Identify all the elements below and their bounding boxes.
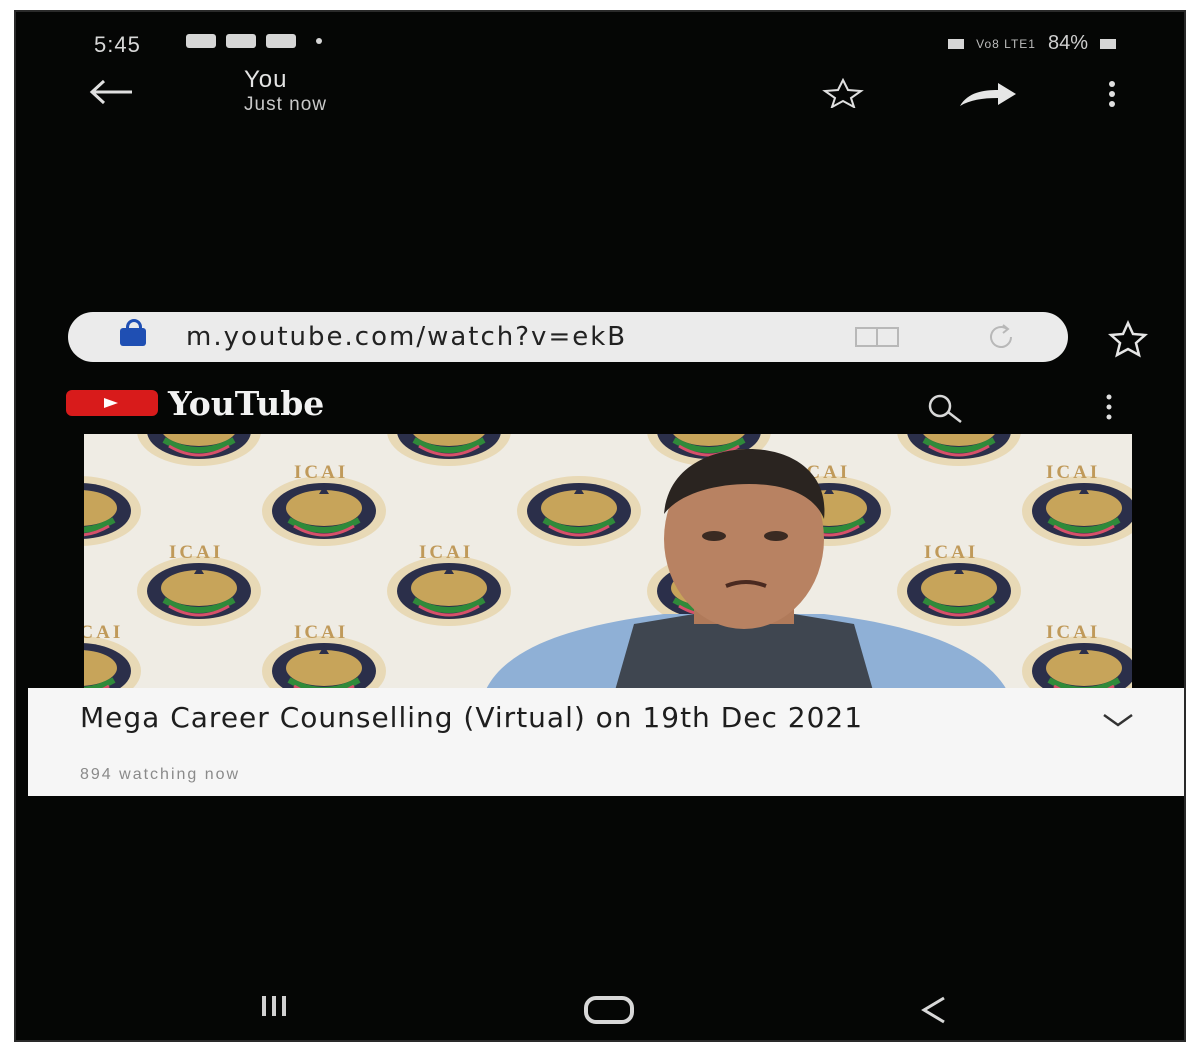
icai-emblem bbox=[262, 476, 386, 546]
lock-icon bbox=[120, 319, 146, 346]
search-icon[interactable] bbox=[924, 392, 964, 428]
image-notification-icon bbox=[186, 34, 216, 48]
star-icon[interactable] bbox=[821, 78, 865, 108]
notification-icons bbox=[186, 34, 322, 48]
more-notifications-dot bbox=[316, 38, 322, 44]
phone-screen: 5:45 Vo8 LTE1 84% You Just now m.youtube… bbox=[14, 10, 1186, 1042]
icai-watermark-text: ICAI bbox=[84, 622, 124, 643]
network-label: Vo8 LTE1 bbox=[976, 36, 1036, 51]
recent-apps-icon[interactable] bbox=[262, 996, 286, 1016]
status-indicators: Vo8 LTE1 84% bbox=[948, 32, 1116, 55]
icai-emblem bbox=[84, 476, 141, 546]
battery-percent: 84% bbox=[1047, 32, 1088, 54]
sync-icon bbox=[948, 38, 965, 49]
reload-icon[interactable] bbox=[986, 322, 1016, 352]
youtube-logo-icon[interactable] bbox=[66, 390, 158, 416]
address-bar[interactable]: m.youtube.com/watch?v=ekB bbox=[68, 312, 1068, 362]
youtube-notification-icon bbox=[226, 34, 256, 48]
share-icon[interactable] bbox=[958, 82, 1018, 108]
icai-watermark-text: ICAI bbox=[1046, 622, 1101, 643]
reader-mode-icon[interactable] bbox=[854, 326, 900, 348]
battery-icon bbox=[1100, 38, 1116, 49]
chevron-down-icon[interactable] bbox=[1102, 712, 1134, 728]
icai-emblem bbox=[1022, 476, 1132, 546]
back-arrow-icon[interactable] bbox=[88, 78, 134, 106]
bookmark-star-icon[interactable] bbox=[1108, 320, 1148, 358]
url-text[interactable]: m.youtube.com/watch?v=ekB bbox=[186, 322, 627, 352]
home-icon[interactable] bbox=[584, 996, 634, 1024]
sender-title: You bbox=[244, 66, 288, 93]
sent-time: Just now bbox=[244, 94, 327, 115]
nav-back-icon[interactable] bbox=[916, 994, 952, 1026]
more-vertical-icon[interactable] bbox=[1104, 392, 1114, 422]
video-title[interactable]: Mega Career Counselling (Virtual) on 19t… bbox=[80, 704, 1060, 732]
status-time: 5:45 bbox=[94, 32, 141, 57]
youtube-notification-icon bbox=[266, 34, 296, 48]
icai-watermark-text: ICAI bbox=[169, 542, 224, 563]
icai-emblem bbox=[137, 434, 261, 466]
icai-watermark-text: ICAI bbox=[1046, 462, 1101, 483]
icai-emblem bbox=[137, 556, 261, 626]
icai-watermark-text: ICAI bbox=[294, 622, 349, 643]
video-info-panel[interactable]: Mega Career Counselling (Virtual) on 19t… bbox=[28, 688, 1184, 796]
youtube-brand[interactable]: YouTube bbox=[168, 384, 324, 423]
speaker-figure bbox=[485, 449, 1007, 690]
video-player[interactable]: ICAIICAIICAIICAIICAIICAIICAIICAIICAI bbox=[84, 434, 1132, 690]
viewer-count: 894 watching now bbox=[80, 766, 241, 783]
more-vertical-icon[interactable] bbox=[1106, 80, 1118, 108]
icai-watermark-text: ICAI bbox=[294, 462, 349, 483]
